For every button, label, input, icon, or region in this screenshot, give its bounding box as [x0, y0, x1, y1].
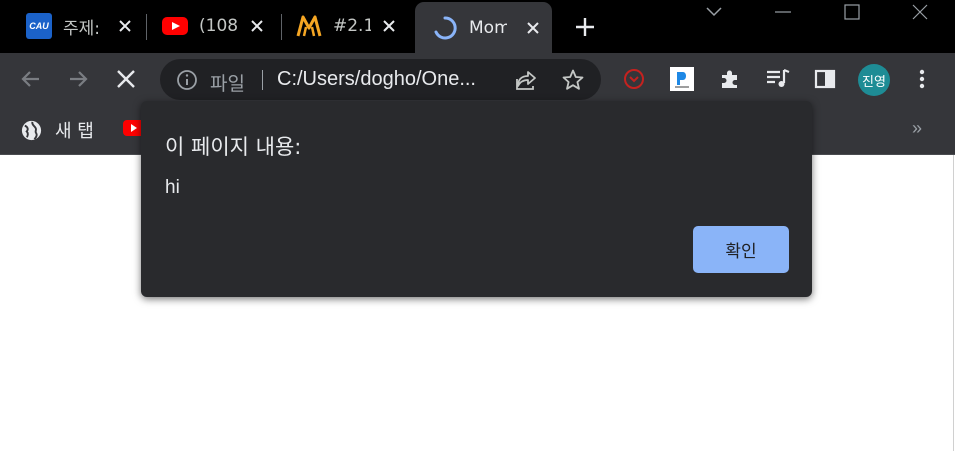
- dialog-title: 이 페이지 내용:: [165, 135, 302, 159]
- globe-icon: [21, 120, 42, 140]
- papago-icon: [670, 67, 694, 91]
- tab-active[interactable]: Mom: [415, 2, 552, 53]
- extensions-button[interactable]: [716, 65, 744, 93]
- chevron-down-icon: [706, 7, 722, 17]
- loading-spinner-icon: [432, 15, 458, 41]
- bookmark-new-tab[interactable]: 새 탭: [20, 117, 94, 143]
- tab-label: #2.1: [333, 16, 371, 36]
- minimize-icon: [775, 11, 791, 13]
- media-control-button[interactable]: [764, 65, 792, 93]
- arrow-right-icon: [70, 71, 88, 87]
- tab-separator: [281, 14, 282, 40]
- side-panel-icon: [814, 69, 836, 89]
- bookmark-label: 새 탭: [55, 121, 94, 142]
- maximize-icon: [844, 4, 860, 20]
- tab-label: (108): [199, 16, 237, 36]
- maximize-button[interactable]: [822, 0, 882, 24]
- media-queue-icon: [767, 68, 790, 87]
- back-button[interactable]: [17, 65, 45, 93]
- tab-nomad[interactable]: #2.1: [296, 4, 400, 48]
- tab-youtube[interactable]: (108): [162, 4, 268, 48]
- share-icon[interactable]: [514, 68, 538, 92]
- close-icon[interactable]: [522, 17, 544, 39]
- stop-loading-button[interactable]: [112, 65, 140, 93]
- info-icon[interactable]: [175, 68, 199, 92]
- url-text[interactable]: C:/Users/dogho/One...: [277, 68, 476, 91]
- tab-label: 주제:: [63, 18, 101, 39]
- m-logo-icon: [296, 13, 322, 39]
- window-close-button[interactable]: [890, 0, 950, 24]
- toolbar: 파일 C:/Users/dogho/One... 진영: [0, 53, 955, 105]
- cau-icon: CAU: [26, 13, 52, 39]
- minimize-button[interactable]: [753, 0, 813, 24]
- extension-pocket-button[interactable]: [620, 65, 648, 93]
- address-bar[interactable]: 파일 C:/Users/dogho/One...: [160, 59, 601, 100]
- tab-strip: CAU 주제: (108) #2.1 Mom: [0, 0, 955, 53]
- tab-search-button[interactable]: [684, 0, 744, 24]
- page-edge: [953, 155, 954, 451]
- close-icon[interactable]: [378, 15, 400, 37]
- tab-separator: [146, 14, 147, 40]
- extension-papago-button[interactable]: [668, 65, 696, 93]
- pocket-icon: [624, 69, 644, 89]
- star-icon[interactable]: [561, 68, 585, 92]
- new-tab-button[interactable]: [572, 14, 598, 40]
- dialog-message: hi: [165, 177, 180, 198]
- kebab-menu-icon: [919, 69, 925, 89]
- chevron-double-right-icon[interactable]: »: [912, 118, 922, 139]
- tab-label: Mom: [469, 17, 507, 38]
- youtube-icon: [123, 120, 141, 136]
- puzzle-icon: [722, 70, 737, 88]
- close-icon[interactable]: [114, 15, 136, 37]
- side-panel-button[interactable]: [811, 65, 839, 93]
- tab-cau[interactable]: CAU 주제:: [26, 4, 136, 48]
- profile-avatar[interactable]: 진영: [858, 64, 890, 96]
- youtube-icon: [162, 13, 188, 39]
- divider: [262, 70, 263, 90]
- arrow-left-icon: [21, 71, 39, 87]
- bookmark-youtube[interactable]: [123, 120, 141, 136]
- close-icon: [117, 70, 135, 88]
- close-icon: [912, 4, 928, 20]
- alert-dialog: 이 페이지 내용: hi 확인: [141, 101, 812, 297]
- scheme-label: 파일: [210, 73, 245, 95]
- menu-button[interactable]: [908, 65, 936, 93]
- ok-button[interactable]: 확인: [693, 226, 789, 273]
- forward-button[interactable]: [64, 65, 92, 93]
- close-icon[interactable]: [246, 15, 268, 37]
